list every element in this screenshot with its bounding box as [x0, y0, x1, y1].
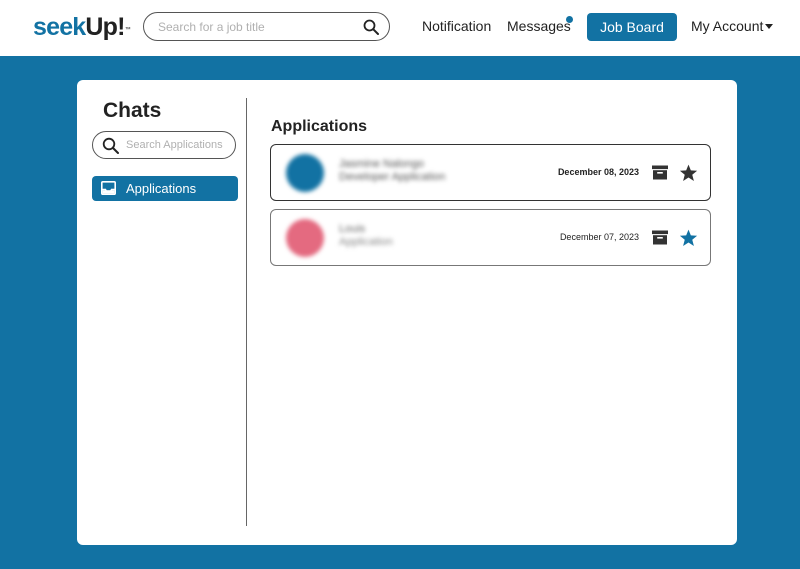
archive-icon[interactable]	[652, 165, 668, 180]
star-icon[interactable]	[679, 164, 698, 182]
applications-search-input[interactable]	[126, 137, 231, 153]
star-icon[interactable]	[679, 229, 698, 247]
application-row[interactable]: Jasmine Nalongo Developer Application De…	[270, 144, 711, 201]
avatar	[286, 154, 324, 192]
seekup-logo[interactable]: seekUp!™	[33, 12, 131, 42]
chats-panel: Chats Applications Applications Jasmine …	[77, 80, 737, 545]
archive-icon[interactable]	[652, 230, 668, 245]
applications-heading: Applications	[271, 118, 368, 135]
application-date: December 07, 2023	[559, 232, 639, 242]
job-board-button[interactable]: Job Board	[587, 13, 677, 41]
chevron-down-icon[interactable]	[765, 24, 773, 29]
job-search-input[interactable]	[158, 18, 358, 36]
application-date: December 08, 2023	[557, 167, 639, 177]
job-search-box	[143, 12, 390, 41]
sidebar-item-label: Applications	[126, 181, 197, 196]
applicant-name: Louis	[339, 223, 366, 235]
my-account-menu[interactable]: My Account	[691, 18, 763, 35]
applicant-name: Jasmine Nalongo	[339, 158, 424, 170]
application-subtitle: Developer Application	[339, 171, 446, 183]
chats-title: Chats	[103, 99, 162, 122]
top-navigation-bar: seekUp!™ Notification Messages Job Board…	[0, 0, 800, 56]
panel-divider	[246, 98, 247, 526]
applications-search-box	[92, 131, 236, 159]
nav-messages-link[interactable]: Messages	[507, 18, 571, 35]
nav-notification-link[interactable]: Notification	[422, 18, 491, 35]
application-subtitle: Application	[339, 236, 393, 248]
inbox-icon	[101, 181, 116, 195]
sidebar-item-applications[interactable]: Applications	[92, 176, 238, 201]
search-icon[interactable]	[363, 19, 379, 35]
search-icon[interactable]	[102, 137, 119, 154]
application-row[interactable]: Louis Application December 07, 2023	[270, 209, 711, 266]
logo-text-up: Up!	[85, 13, 125, 41]
logo-trademark: ™	[124, 27, 131, 33]
messages-unread-dot	[566, 16, 573, 23]
avatar	[286, 219, 324, 257]
logo-text-seek: seek	[33, 13, 86, 41]
